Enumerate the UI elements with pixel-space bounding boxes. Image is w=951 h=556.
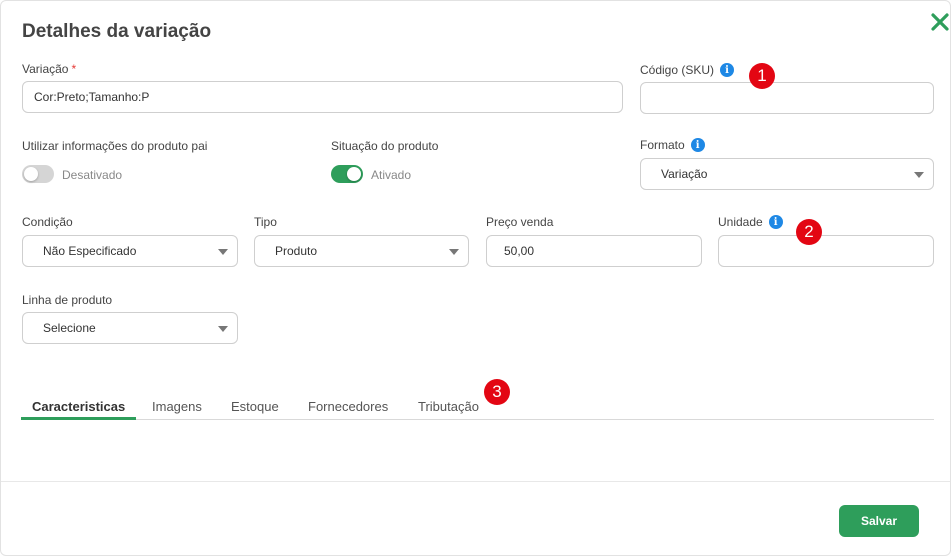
annotation-badge-1: 1 [749,63,775,89]
required-mark: * [71,62,77,76]
tab-bar: Caracteristicas Imagens Estoque Forneced… [21,397,934,420]
chevron-down-icon [218,249,228,255]
sku-label: Código (SKU) i [640,63,735,77]
info-icon[interactable]: i [720,63,735,77]
formato-label: Formato i [640,138,705,152]
situacao-toggle[interactable] [331,165,363,183]
preco-label: Preço venda [486,215,554,229]
tab-caracteristicas[interactable]: Caracteristicas [21,399,137,420]
situacao-state: Ativado [371,168,412,182]
condicao-select[interactable]: Não Especificado [22,235,238,267]
unidade-label: Unidade i [718,215,783,229]
tipo-select[interactable]: Produto [254,235,469,267]
usar-pai-state: Desativado [62,168,123,182]
situacao-label: Situação do produto [331,139,439,153]
linha-select[interactable]: Selecione [22,312,238,344]
formato-select[interactable]: Variação [640,158,934,190]
close-icon[interactable] [929,11,950,33]
variacao-label: Variação * [22,62,77,76]
save-button[interactable]: Salvar [839,505,919,537]
tab-tributacao[interactable]: Tributação [407,399,490,419]
unidade-input[interactable] [718,235,934,267]
tab-imagens[interactable]: Imagens [141,399,213,419]
preco-input[interactable]: 50,00 [486,235,702,267]
tipo-label: Tipo [254,215,277,229]
sku-input[interactable] [640,82,934,114]
tab-fornecedores[interactable]: Fornecedores [297,399,399,419]
modal-title: Detalhes da variação [22,21,212,42]
linha-label: Linha de produto [22,293,113,307]
info-icon[interactable]: i [768,215,783,229]
usar-pai-label: Utilizar informações do produto pai [22,139,208,153]
condicao-label: Condição [22,215,73,229]
tab-estoque[interactable]: Estoque [220,399,290,419]
info-icon[interactable]: i [690,138,705,152]
variation-details-modal: Detalhes da variação Variação * Cor:Preto… [0,0,951,556]
variacao-input[interactable]: Cor:Preto;Tamanho:P [22,81,623,113]
chevron-down-icon [449,249,459,255]
usar-pai-toggle[interactable] [22,165,54,183]
footer-divider [1,481,950,482]
annotation-badge-2: 2 [796,219,822,245]
chevron-down-icon [218,326,228,332]
annotation-badge-3: 3 [484,379,510,405]
chevron-down-icon [914,172,924,178]
